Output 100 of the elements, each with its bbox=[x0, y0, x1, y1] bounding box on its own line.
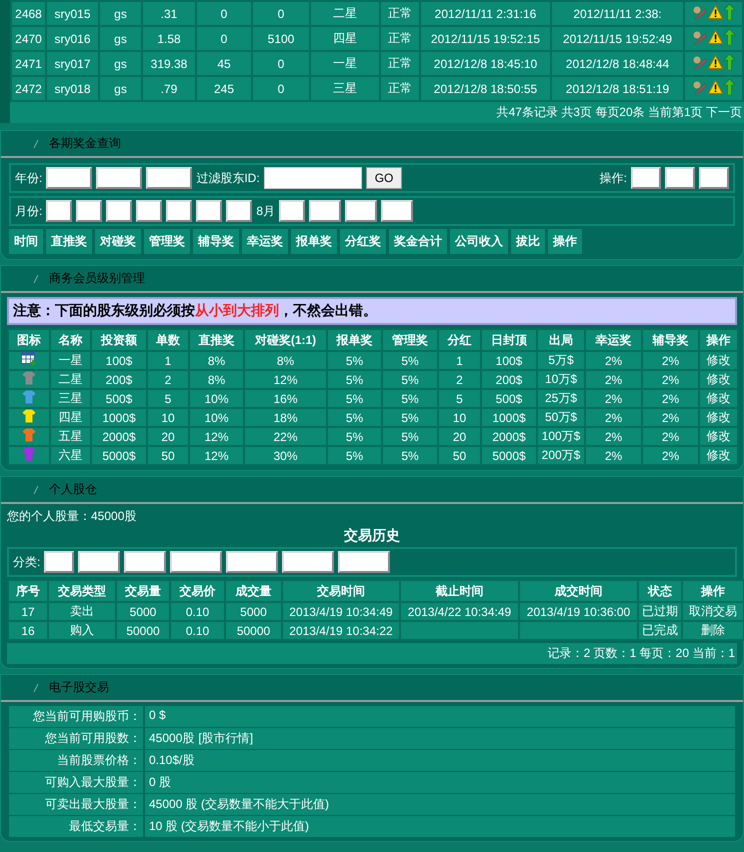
table-cell: 5% bbox=[327, 408, 382, 427]
table-cell: 22% bbox=[244, 427, 327, 446]
blank-button[interactable] bbox=[146, 167, 192, 189]
table-cell: 2012/12/8 18:51:19 bbox=[551, 76, 684, 101]
table-cell: 三星 bbox=[310, 76, 380, 101]
market-link[interactable]: [股市行情] bbox=[198, 730, 254, 747]
pencil-icon bbox=[692, 30, 707, 45]
table-cell: 0 bbox=[252, 51, 310, 76]
table-cell: 2013/4/19 10:36:00 bbox=[519, 602, 638, 621]
go-button[interactable]: GO bbox=[366, 167, 402, 189]
column-header: 交易量 bbox=[116, 580, 170, 602]
blank-button[interactable] bbox=[46, 167, 92, 189]
table-cell: sry015 bbox=[46, 1, 99, 26]
column-header: 操作 bbox=[548, 229, 582, 254]
column-header: 辅导奖 bbox=[642, 329, 699, 351]
table-cell: 已完成 bbox=[638, 621, 682, 640]
blank-button[interactable] bbox=[699, 167, 729, 189]
blank-button[interactable] bbox=[665, 167, 695, 189]
blank-button[interactable] bbox=[78, 551, 120, 573]
blank-button[interactable] bbox=[136, 200, 162, 222]
blank-button[interactable] bbox=[124, 551, 166, 573]
table-cell: 2012/12/8 18:50:55 bbox=[420, 76, 551, 101]
table-cell: 30% bbox=[244, 446, 327, 465]
month-label: 月份: bbox=[15, 202, 42, 220]
column-header: 状态 bbox=[638, 580, 682, 602]
blank-button[interactable] bbox=[381, 200, 414, 222]
warning-icon bbox=[708, 30, 723, 44]
column-header: 对碰奖(1:1) bbox=[244, 329, 327, 351]
warning-icon bbox=[708, 55, 723, 70]
table-cell: 2471 bbox=[11, 51, 46, 76]
slash-icon bbox=[33, 274, 39, 282]
table-cell: 8% bbox=[189, 370, 244, 389]
panel-title: 电子股交易 bbox=[49, 679, 109, 696]
column-header: 操作 bbox=[699, 329, 738, 351]
table-cell: 2% bbox=[585, 351, 642, 370]
column-header: 管理奖 bbox=[144, 229, 190, 254]
up-arrow-icon bbox=[724, 29, 735, 46]
table-cell: 50000 bbox=[225, 621, 282, 640]
table-cell: 5000$ bbox=[481, 446, 537, 465]
table-cell: 2 bbox=[147, 370, 189, 389]
table-cell: 2000$ bbox=[481, 427, 537, 446]
table-cell: 100$ bbox=[481, 351, 537, 370]
table-cell: gs bbox=[99, 51, 142, 76]
table-cell: 0.10 bbox=[170, 602, 225, 621]
table-cell: 购入 bbox=[48, 621, 116, 640]
table-cell: 2% bbox=[585, 408, 642, 427]
column-header: 幸运奖 bbox=[242, 229, 288, 254]
pencil-icon bbox=[692, 54, 707, 70]
blank-button[interactable] bbox=[345, 200, 378, 222]
table-cell: 5% bbox=[327, 370, 382, 389]
blank-button[interactable] bbox=[226, 551, 278, 573]
category-label: 分类: bbox=[13, 554, 40, 570]
table-cell: 2 bbox=[438, 370, 481, 389]
table-cell: 2012/11/15 19:52:15 bbox=[420, 26, 551, 51]
blank-button[interactable] bbox=[44, 551, 74, 573]
table-cell: 0 bbox=[196, 1, 252, 26]
table-cell: 2012/11/11 2:38: bbox=[551, 1, 684, 26]
table-cell: 17 bbox=[8, 602, 48, 621]
table-cell: 5% bbox=[382, 389, 438, 408]
blank-button[interactable] bbox=[170, 551, 222, 573]
blank-button[interactable] bbox=[338, 551, 390, 573]
blank-button[interactable] bbox=[282, 551, 334, 573]
table-cell: 2% bbox=[642, 370, 699, 389]
table-cell: 10 bbox=[147, 408, 189, 427]
blank-button[interactable] bbox=[196, 200, 222, 222]
table-cell: 5000 bbox=[116, 602, 170, 621]
table-cell: 2000$ bbox=[91, 427, 147, 446]
blank-button[interactable] bbox=[96, 167, 142, 189]
column-header: 辅导奖 bbox=[193, 229, 239, 254]
table-cell: .31 bbox=[142, 1, 196, 26]
blank-button[interactable] bbox=[166, 200, 192, 222]
table-cell: 2% bbox=[642, 427, 699, 446]
blank-button[interactable] bbox=[631, 167, 661, 189]
table-cell: 一星 bbox=[50, 351, 91, 370]
table-cell: 5% bbox=[382, 351, 438, 370]
table-icon bbox=[21, 352, 37, 366]
blank-button[interactable] bbox=[279, 200, 306, 222]
table-cell: 500$ bbox=[481, 389, 537, 408]
blank-button[interactable] bbox=[46, 200, 72, 222]
field-value: 0.10$/股 bbox=[145, 750, 735, 771]
table-cell: 2% bbox=[642, 408, 699, 427]
pagination-text: 共47条记录 共3页 每页20条 当前第1页 下一页 bbox=[10, 102, 744, 123]
table-cell: 三星 bbox=[50, 389, 91, 408]
table-cell: 1 bbox=[147, 351, 189, 370]
table-cell: 25万$ bbox=[537, 389, 585, 408]
blank-button[interactable] bbox=[309, 200, 342, 222]
blank-button[interactable] bbox=[226, 200, 252, 222]
blank-button[interactable] bbox=[76, 200, 102, 222]
table-cell: 12% bbox=[189, 446, 244, 465]
blank-button[interactable] bbox=[106, 200, 132, 222]
table-cell: 50 bbox=[147, 446, 189, 465]
table-cell: gs bbox=[99, 1, 142, 26]
table-cell: 16% bbox=[244, 389, 327, 408]
table-cell: 卖出 bbox=[48, 602, 116, 621]
table-cell: 2013/4/19 10:34:49 bbox=[282, 602, 400, 621]
filter-label: 过滤股东ID: bbox=[196, 170, 260, 186]
column-header: 名称 bbox=[50, 329, 91, 351]
id-input-field[interactable] bbox=[264, 167, 362, 189]
warning-icon bbox=[708, 80, 723, 94]
table-cell: 200万$ bbox=[537, 446, 585, 465]
